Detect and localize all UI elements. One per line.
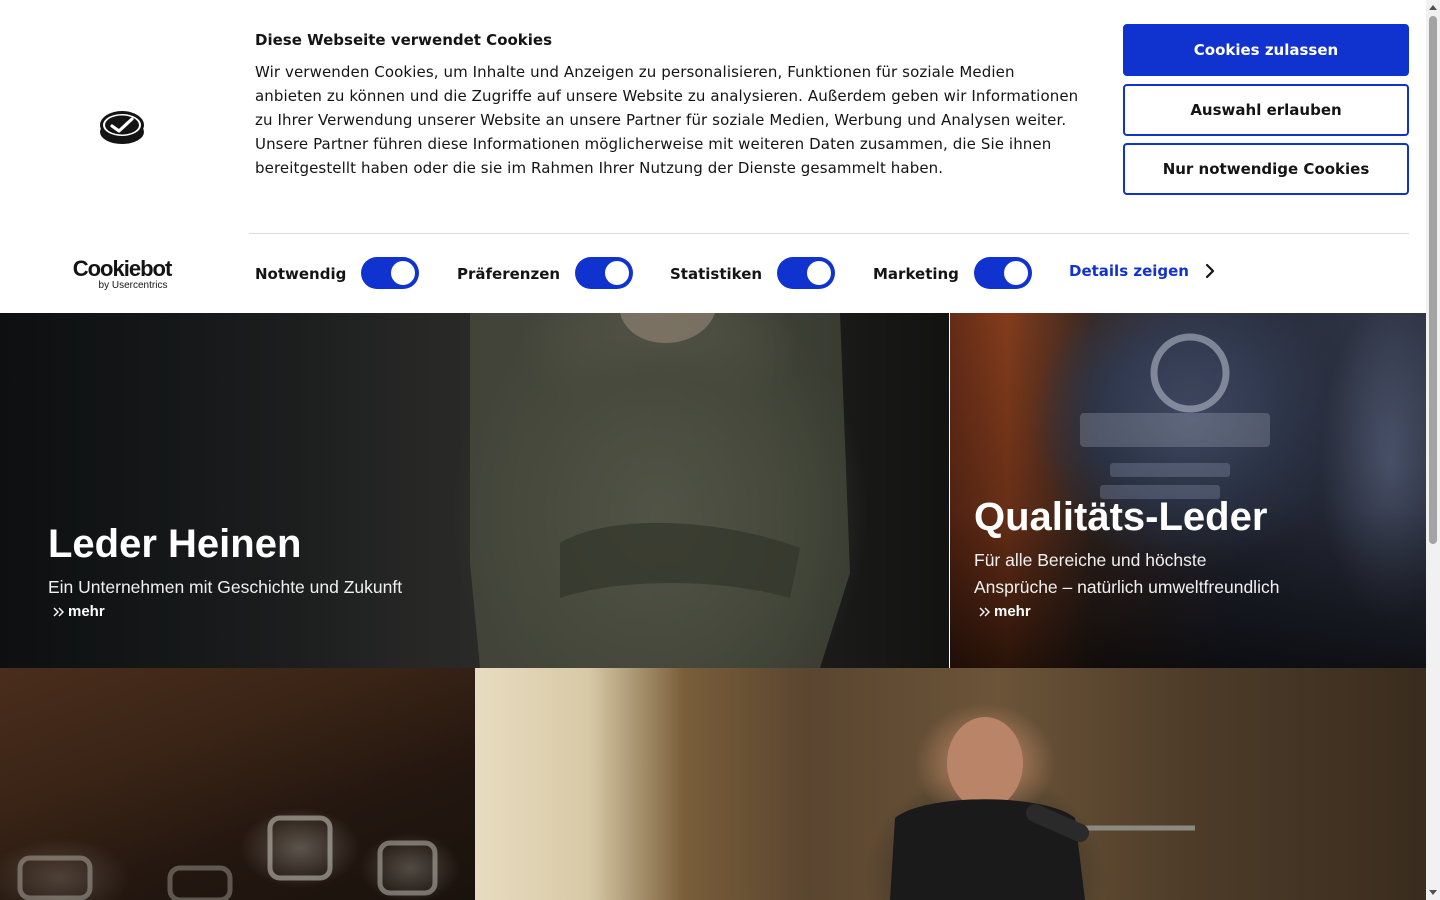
glass-bottles-photo <box>17 815 438 900</box>
leder-heinen-subtitle: Ein Unternehmen mit Geschichte und Zukun… <box>48 577 403 597</box>
toggle-knob <box>391 261 415 285</box>
scroll-up-arrow-icon[interactable] <box>1429 5 1437 10</box>
leder-heinen-more-link[interactable]: mehr <box>48 603 402 620</box>
toggle-knob <box>605 261 629 285</box>
cookie-check-logo-icon <box>100 111 144 144</box>
consent-preferences: Präferenzen <box>457 258 560 290</box>
quality-leather-subtitle-line2: Ansprüche – natürlich umweltfreundlich <box>974 577 1280 597</box>
page-scrollbar[interactable] <box>1426 0 1440 900</box>
show-details-label: Details zeigen <box>1069 262 1189 280</box>
allow-all-cookies-button[interactable]: Cookies zulassen <box>1123 24 1409 76</box>
toggle-preferences[interactable] <box>575 257 633 289</box>
double-chevron-right-icon <box>53 607 64 616</box>
leder-heinen-title: Leder Heinen <box>48 522 302 566</box>
necessary-cookies-only-button[interactable]: Nur notwendige Cookies <box>1123 143 1409 195</box>
consent-marketing: Marketing <box>873 258 959 290</box>
consent-label-marketing: Marketing <box>873 265 959 283</box>
toggle-marketing[interactable] <box>974 257 1032 289</box>
toggle-statistics[interactable] <box>777 257 835 289</box>
glass-bottles-tile[interactable] <box>0 668 475 900</box>
quality-leather-title: Qualitäts-Leder <box>974 495 1268 539</box>
scroll-down-arrow-icon[interactable] <box>1429 890 1437 895</box>
toggle-knob <box>807 261 831 285</box>
banner-title: Diese Webseite verwendet Cookies <box>255 31 553 49</box>
scrollbar-thumb[interactable] <box>1429 16 1437 544</box>
chevron-right-icon <box>1205 263 1215 279</box>
consent-necessary: Notwendig <box>255 258 346 290</box>
cookiebot-logo[interactable]: Cookiebot by Usercentrics <box>70 258 174 291</box>
cookiebot-brand-sub: by Usercentrics <box>98 280 168 291</box>
quality-leather-caption: Qualitäts-Leder Für alle Bereiche und hö… <box>974 494 1374 620</box>
quality-leather-more-label: mehr <box>994 603 1031 620</box>
consent-label-preferences: Präferenzen <box>457 265 561 283</box>
cookiebot-brand-name: Cookiebot <box>72 256 173 281</box>
tannery-worker-photo <box>890 717 1195 900</box>
show-details-link[interactable]: Details zeigen <box>1069 262 1215 280</box>
leder-heinen-more-label: mehr <box>68 603 105 620</box>
consent-label-statistics: Statistiken <box>670 265 763 283</box>
quality-leather-subtitle-line1: Für alle Bereiche und höchste <box>974 550 1207 570</box>
banner-divider <box>249 233 1409 234</box>
allow-selection-button[interactable]: Auswahl erlauben <box>1123 84 1409 136</box>
leder-heinen-caption: Leder Heinen Ein Unternehmen mit Geschic… <box>48 521 402 620</box>
consent-statistics: Statistiken <box>670 258 762 290</box>
quality-leather-more-link[interactable]: mehr <box>974 603 1374 620</box>
double-chevron-right-icon <box>979 607 990 616</box>
banner-description: Wir verwenden Cookies, um Inhalte und An… <box>255 63 1079 177</box>
toggle-necessary[interactable] <box>361 257 419 289</box>
cookie-consent-banner: Cookiebot by Usercentrics Diese Webseite… <box>0 0 1426 313</box>
toggle-knob <box>1004 261 1028 285</box>
tannery-worker-tile[interactable] <box>475 668 1426 900</box>
consent-label-necessary: Notwendig <box>255 265 347 283</box>
